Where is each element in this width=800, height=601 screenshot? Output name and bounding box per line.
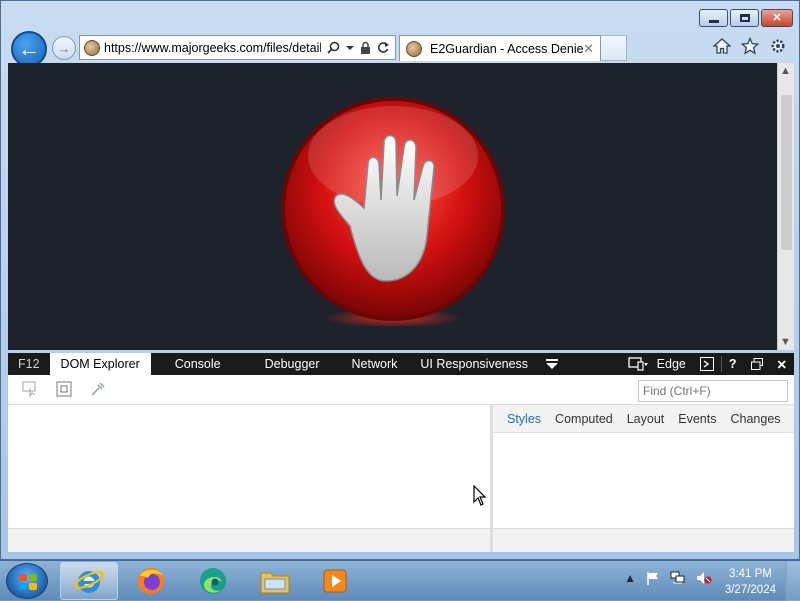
dom-breadcrumb-bar (8, 528, 490, 552)
system-tray: ▲ (624, 571, 712, 585)
search-icon[interactable] (327, 41, 340, 54)
close-icon: ✕ (772, 11, 782, 24)
tab-network[interactable]: Network (340, 353, 410, 375)
taskbar-media-player[interactable] (306, 562, 364, 600)
scroll-up-icon[interactable]: ▲ (780, 65, 791, 77)
dom-tree-pane[interactable] (8, 405, 490, 528)
back-arrow-icon: ← (18, 36, 40, 61)
lock-icon[interactable] (360, 41, 371, 54)
taskbar-internet-explorer[interactable] (60, 562, 118, 600)
action-center-flag-icon[interactable] (646, 571, 660, 585)
tab-access-denied[interactable]: E2Guardian - Access Denied ✕ (399, 35, 601, 61)
taskbar-edge[interactable] (184, 562, 242, 600)
page-content: ▲ ▼ (8, 63, 794, 350)
find-input[interactable] (638, 380, 788, 402)
scroll-down-icon[interactable]: ▼ (780, 336, 791, 348)
emulation-target-icon[interactable] (621, 353, 655, 375)
mouse-cursor-icon (473, 485, 487, 506)
maximize-icon (739, 14, 750, 22)
document-mode-edge[interactable]: Edge (655, 353, 693, 375)
file-explorer-icon (260, 572, 290, 594)
vertical-scrollbar[interactable]: ▲ ▼ (777, 63, 794, 350)
minimize-button[interactable] (699, 9, 728, 27)
back-button[interactable]: ← (11, 31, 47, 67)
tab-events[interactable]: Events (671, 412, 723, 426)
tab-close-icon[interactable]: ✕ (583, 41, 594, 57)
navigation-bar: ← → https://www.majorgeeks.com/files/det… (1, 31, 799, 67)
stop-hand-icon (278, 96, 508, 328)
home-icon[interactable] (713, 37, 731, 55)
clock-time: 3:41 PM (729, 568, 772, 580)
dropdown-icon[interactable] (346, 41, 354, 54)
tab-favicon-icon (406, 40, 422, 57)
scrollbar-thumb[interactable] (781, 95, 792, 250)
tab-debugger[interactable]: Debugger (245, 353, 340, 375)
clock-date: 3/27/2024 (724, 584, 776, 596)
undock-icon[interactable] (744, 353, 770, 375)
devtools-tab-bar: F12 DOM Explorer Console Debugger Networ… (8, 353, 794, 375)
forward-arrow-icon: → (57, 40, 71, 56)
site-favicon-icon (84, 39, 100, 56)
new-tab-button[interactable] (601, 35, 627, 61)
color-picker-icon[interactable] (90, 381, 106, 397)
windows-logo-icon (19, 574, 37, 590)
maximize-button[interactable] (730, 9, 759, 27)
close-devtools-icon[interactable]: ✕ (770, 353, 794, 375)
refresh-icon[interactable] (377, 41, 389, 54)
tab-computed[interactable]: Computed (548, 412, 620, 426)
tab-styles[interactable]: Styles (493, 412, 548, 426)
tab-console[interactable]: Console (151, 353, 245, 375)
minimize-icon (708, 19, 719, 23)
tab-ui-responsiveness[interactable]: UI Responsiveness (409, 353, 539, 375)
select-element-icon[interactable] (22, 381, 38, 398)
show-desktop-button[interactable] (786, 561, 800, 601)
clock[interactable]: 3:41 PM 3/27/2024 (725, 566, 776, 598)
favorites-star-icon[interactable] (741, 37, 759, 55)
tab-layout[interactable]: Layout (620, 412, 672, 426)
console-toggle-icon[interactable] (693, 353, 721, 375)
taskbar: ▲ 3:41 PM 3/27/2024 (0, 560, 800, 601)
styles-footer-bar (493, 528, 794, 552)
settings-gear-icon[interactable] (769, 37, 787, 55)
start-button[interactable] (6, 563, 48, 599)
show-hidden-icons[interactable]: ▲ (624, 571, 636, 585)
browser-window: ✕ ← → https://www.majorgeeks.com/files/d… (0, 0, 800, 560)
styles-tab-bar: Styles Computed Layout Events Changes (493, 405, 794, 433)
media-player-icon (323, 569, 347, 593)
address-bar[interactable]: https://www.majorgeeks.com/files/detail (79, 35, 396, 60)
tab-dom-explorer[interactable]: DOM Explorer (49, 353, 151, 375)
help-icon[interactable]: ? (722, 353, 744, 375)
dom-explorer-toolbar (8, 375, 794, 405)
more-tools-icon[interactable] (539, 353, 565, 375)
network-icon[interactable] (670, 571, 686, 585)
volume-muted-icon[interactable] (696, 571, 712, 585)
f12-label: F12 (18, 357, 40, 371)
taskbar-firefox[interactable] (122, 562, 180, 600)
tab-changes[interactable]: Changes (723, 412, 787, 426)
internet-explorer-icon (74, 571, 104, 593)
address-bar-icons (321, 41, 395, 54)
taskbar-file-explorer[interactable] (246, 562, 304, 600)
firefox-icon (138, 568, 164, 594)
caption-buttons: ✕ (699, 9, 793, 27)
address-text[interactable]: https://www.majorgeeks.com/files/detail (104, 41, 321, 55)
forward-button[interactable]: → (52, 36, 76, 60)
close-button[interactable]: ✕ (761, 9, 793, 27)
edge-chromium-icon (200, 568, 226, 594)
highlight-element-icon[interactable] (56, 381, 72, 397)
toolbar-icons (713, 37, 787, 55)
tab-title: E2Guardian - Access Denied (430, 41, 584, 56)
